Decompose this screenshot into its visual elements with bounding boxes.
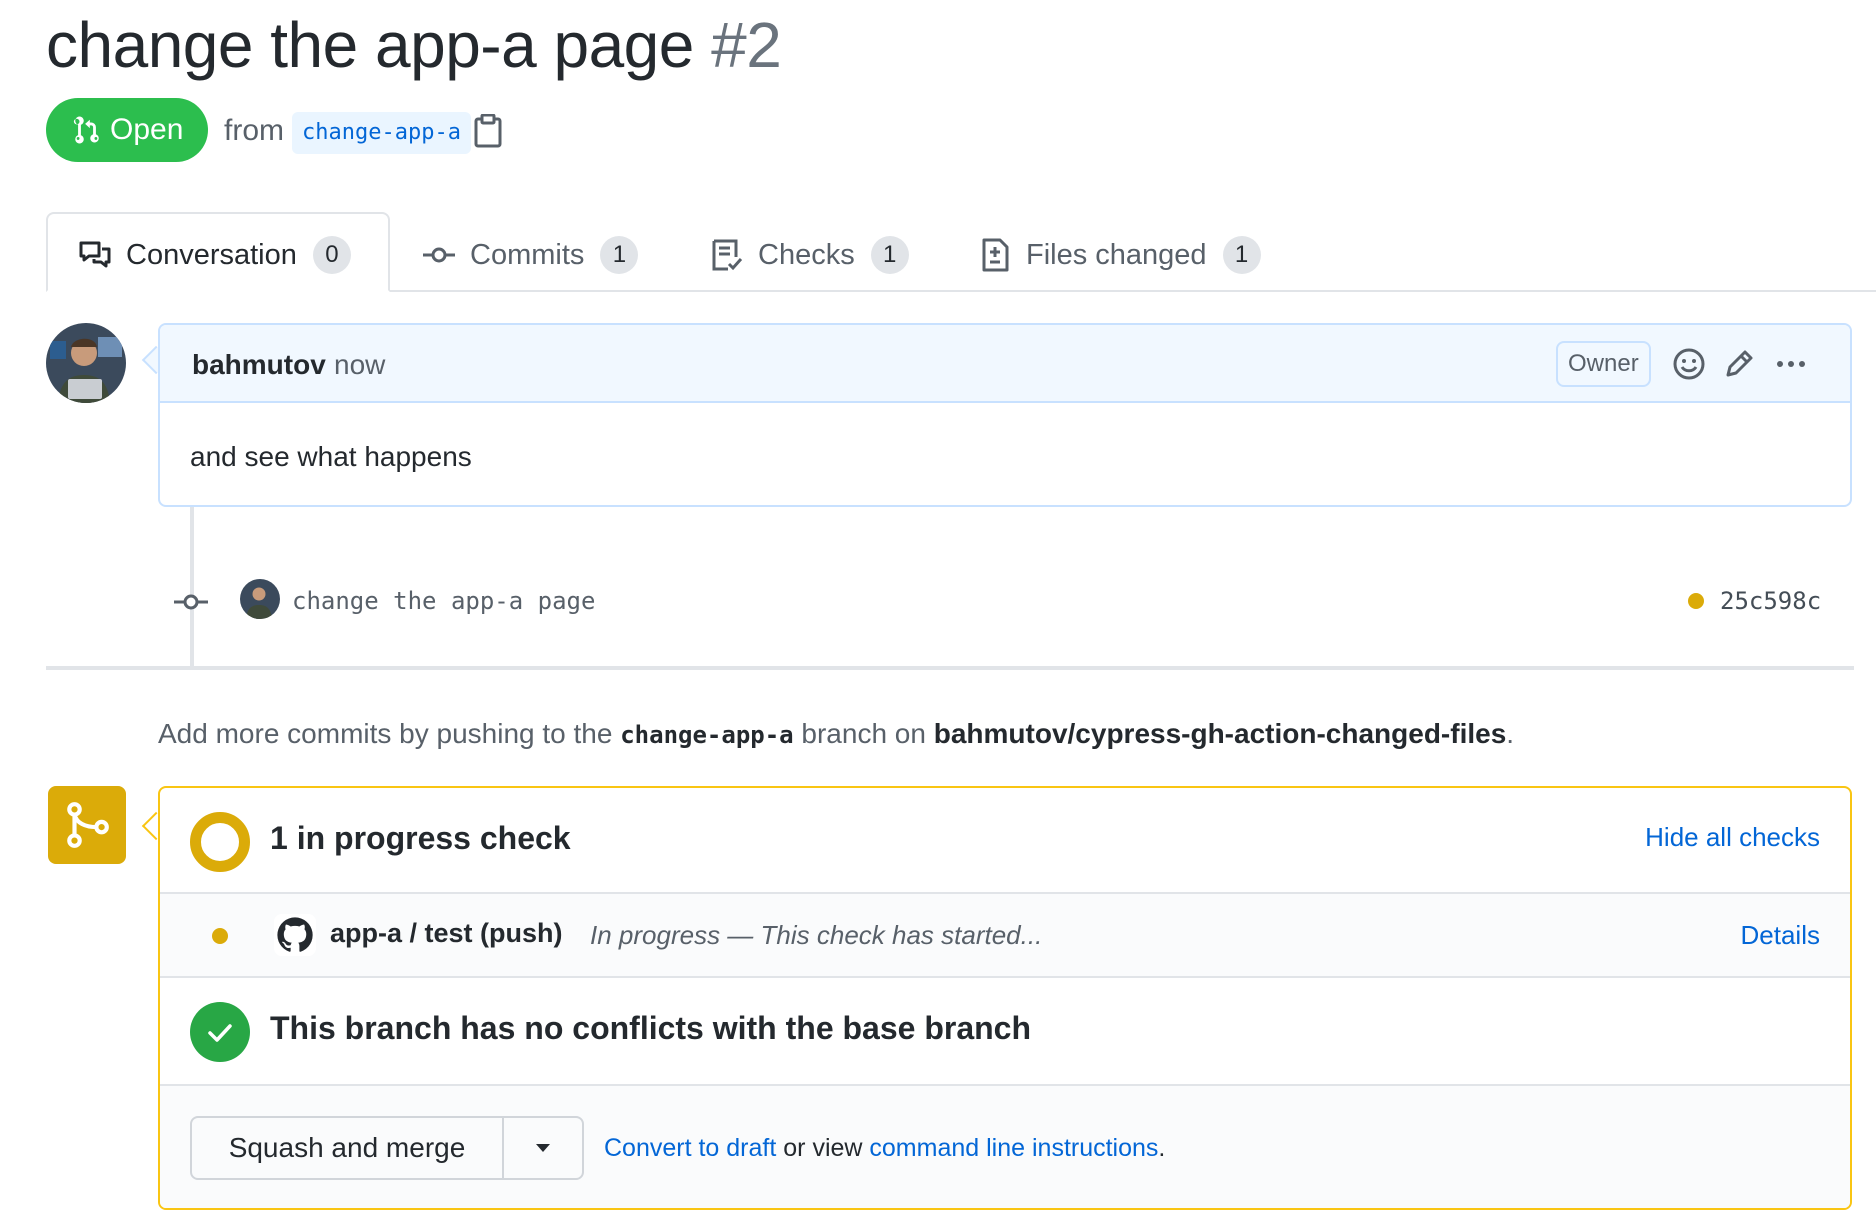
push-hint-branch: change-app-a [620,721,794,749]
timeline-divider [46,666,1854,670]
commit-sha-link[interactable]: 25c598c [1720,587,1821,615]
checks-summary-title: 1 in progress check [270,820,571,856]
merge-alternatives: Convert to draft or view command line in… [604,1134,1165,1163]
squash-and-merge-button[interactable]: Squash and merge [192,1118,502,1178]
command-line-instructions-link[interactable]: command line instructions [869,1134,1158,1162]
comment-author[interactable]: bahmutov [192,349,326,381]
tab-conversation-count: 0 [312,236,351,274]
tab-checks-label: Checks [758,238,855,271]
merge-actions: Squash and merge Convert to draft or vie… [160,1086,1850,1208]
tab-commits-label: Commits [470,238,585,271]
conflicts-status: This branch has no conflicts with the ba… [160,978,1850,1086]
pr-state-badge: Open [46,98,208,162]
pr-title: change the app-a page #2 [46,8,782,82]
check-description: In progress — This check has started... [590,920,1043,950]
tab-files-changed-label: Files changed [1026,238,1207,271]
tab-checks[interactable]: Checks 1 [710,232,909,278]
comment-header: bahmutov now Owner [160,325,1850,403]
tab-files-changed-count: 1 [1222,236,1261,274]
tab-checks-count: 1 [870,236,909,274]
pr-title-text: change the app-a page [46,9,694,81]
kebab-horizontal-icon[interactable] [1774,347,1808,381]
checks-summary: 1 in progress check Hide all checks [160,788,1850,894]
pr-state-label: Open [110,113,184,146]
tab-conversation-label: Conversation [126,238,297,271]
push-hint: Add more commits by pushing to the chang… [158,718,1514,750]
merge-method-dropdown[interactable] [502,1118,582,1178]
owner-badge: Owner [1556,341,1651,387]
merge-box: 1 in progress check Hide all checks app-… [158,786,1852,1210]
from-label: from [224,114,284,147]
comment-body: and see what happens [190,441,472,472]
checklist-icon [712,239,743,271]
push-hint-middle: branch on [801,718,926,749]
comment-card: bahmutov now Owner and see what happens [158,323,1852,507]
tab-commits[interactable]: Commits 1 [422,232,639,278]
triangle-down-icon [536,1144,550,1152]
smiley-icon[interactable] [1672,347,1706,381]
tab-files-changed[interactable]: Files changed 1 [978,232,1261,278]
push-hint-suffix: . [1506,718,1515,749]
commit-status-dot[interactable] [1688,593,1704,609]
check-status-dot [212,928,228,944]
git-commit-icon [174,594,208,610]
comment-discussion-icon [79,241,111,268]
check-row: app-a / test (push) In progress — This c… [160,894,1850,978]
commit-message-link[interactable]: change the app-a page [292,587,595,615]
pencil-icon[interactable] [1722,347,1756,381]
conflicts-status-title: This branch has no conflicts with the ba… [270,1010,1032,1046]
check-details-link[interactable]: Details [1741,920,1820,951]
git-commit-icon [423,247,455,263]
github-mark-icon [274,914,316,956]
hide-all-checks-link[interactable]: Hide all checks [1645,822,1820,853]
comment-time[interactable]: now [334,349,385,381]
check-name: app-a / test (push) [330,918,563,948]
pr-number: #2 [711,9,782,81]
squash-merge-button-group: Squash and merge [190,1116,584,1180]
push-hint-repo: bahmutov/cypress-gh-action-changed-files [933,718,1507,749]
author-avatar[interactable] [46,323,126,403]
merge-alternatives-period: . [1158,1134,1166,1162]
pending-ring-icon [190,812,250,872]
tab-commits-count: 1 [600,236,639,274]
convert-to-draft-link[interactable]: Convert to draft [604,1134,776,1162]
file-diff-icon [982,238,1009,272]
git-merge-icon [67,802,109,848]
author-avatar-image [46,323,126,403]
or-view-text: or view [783,1134,863,1162]
check-circle-icon [190,1002,250,1062]
merge-status-icon [48,786,126,864]
tab-conversation[interactable]: Conversation 0 [78,232,351,278]
clipboard-copy-icon[interactable] [474,114,502,148]
head-branch-link[interactable]: change-app-a [292,112,471,154]
commit-author-avatar-image [240,579,280,619]
check-icon [208,1024,232,1042]
git-pull-request-icon [73,116,99,144]
github-actions-icon [274,914,316,956]
commit-row: change the app-a page 25c598c [160,575,1840,629]
commit-author-avatar[interactable] [240,579,280,619]
push-hint-prefix: Add more commits by pushing to the [158,718,613,749]
